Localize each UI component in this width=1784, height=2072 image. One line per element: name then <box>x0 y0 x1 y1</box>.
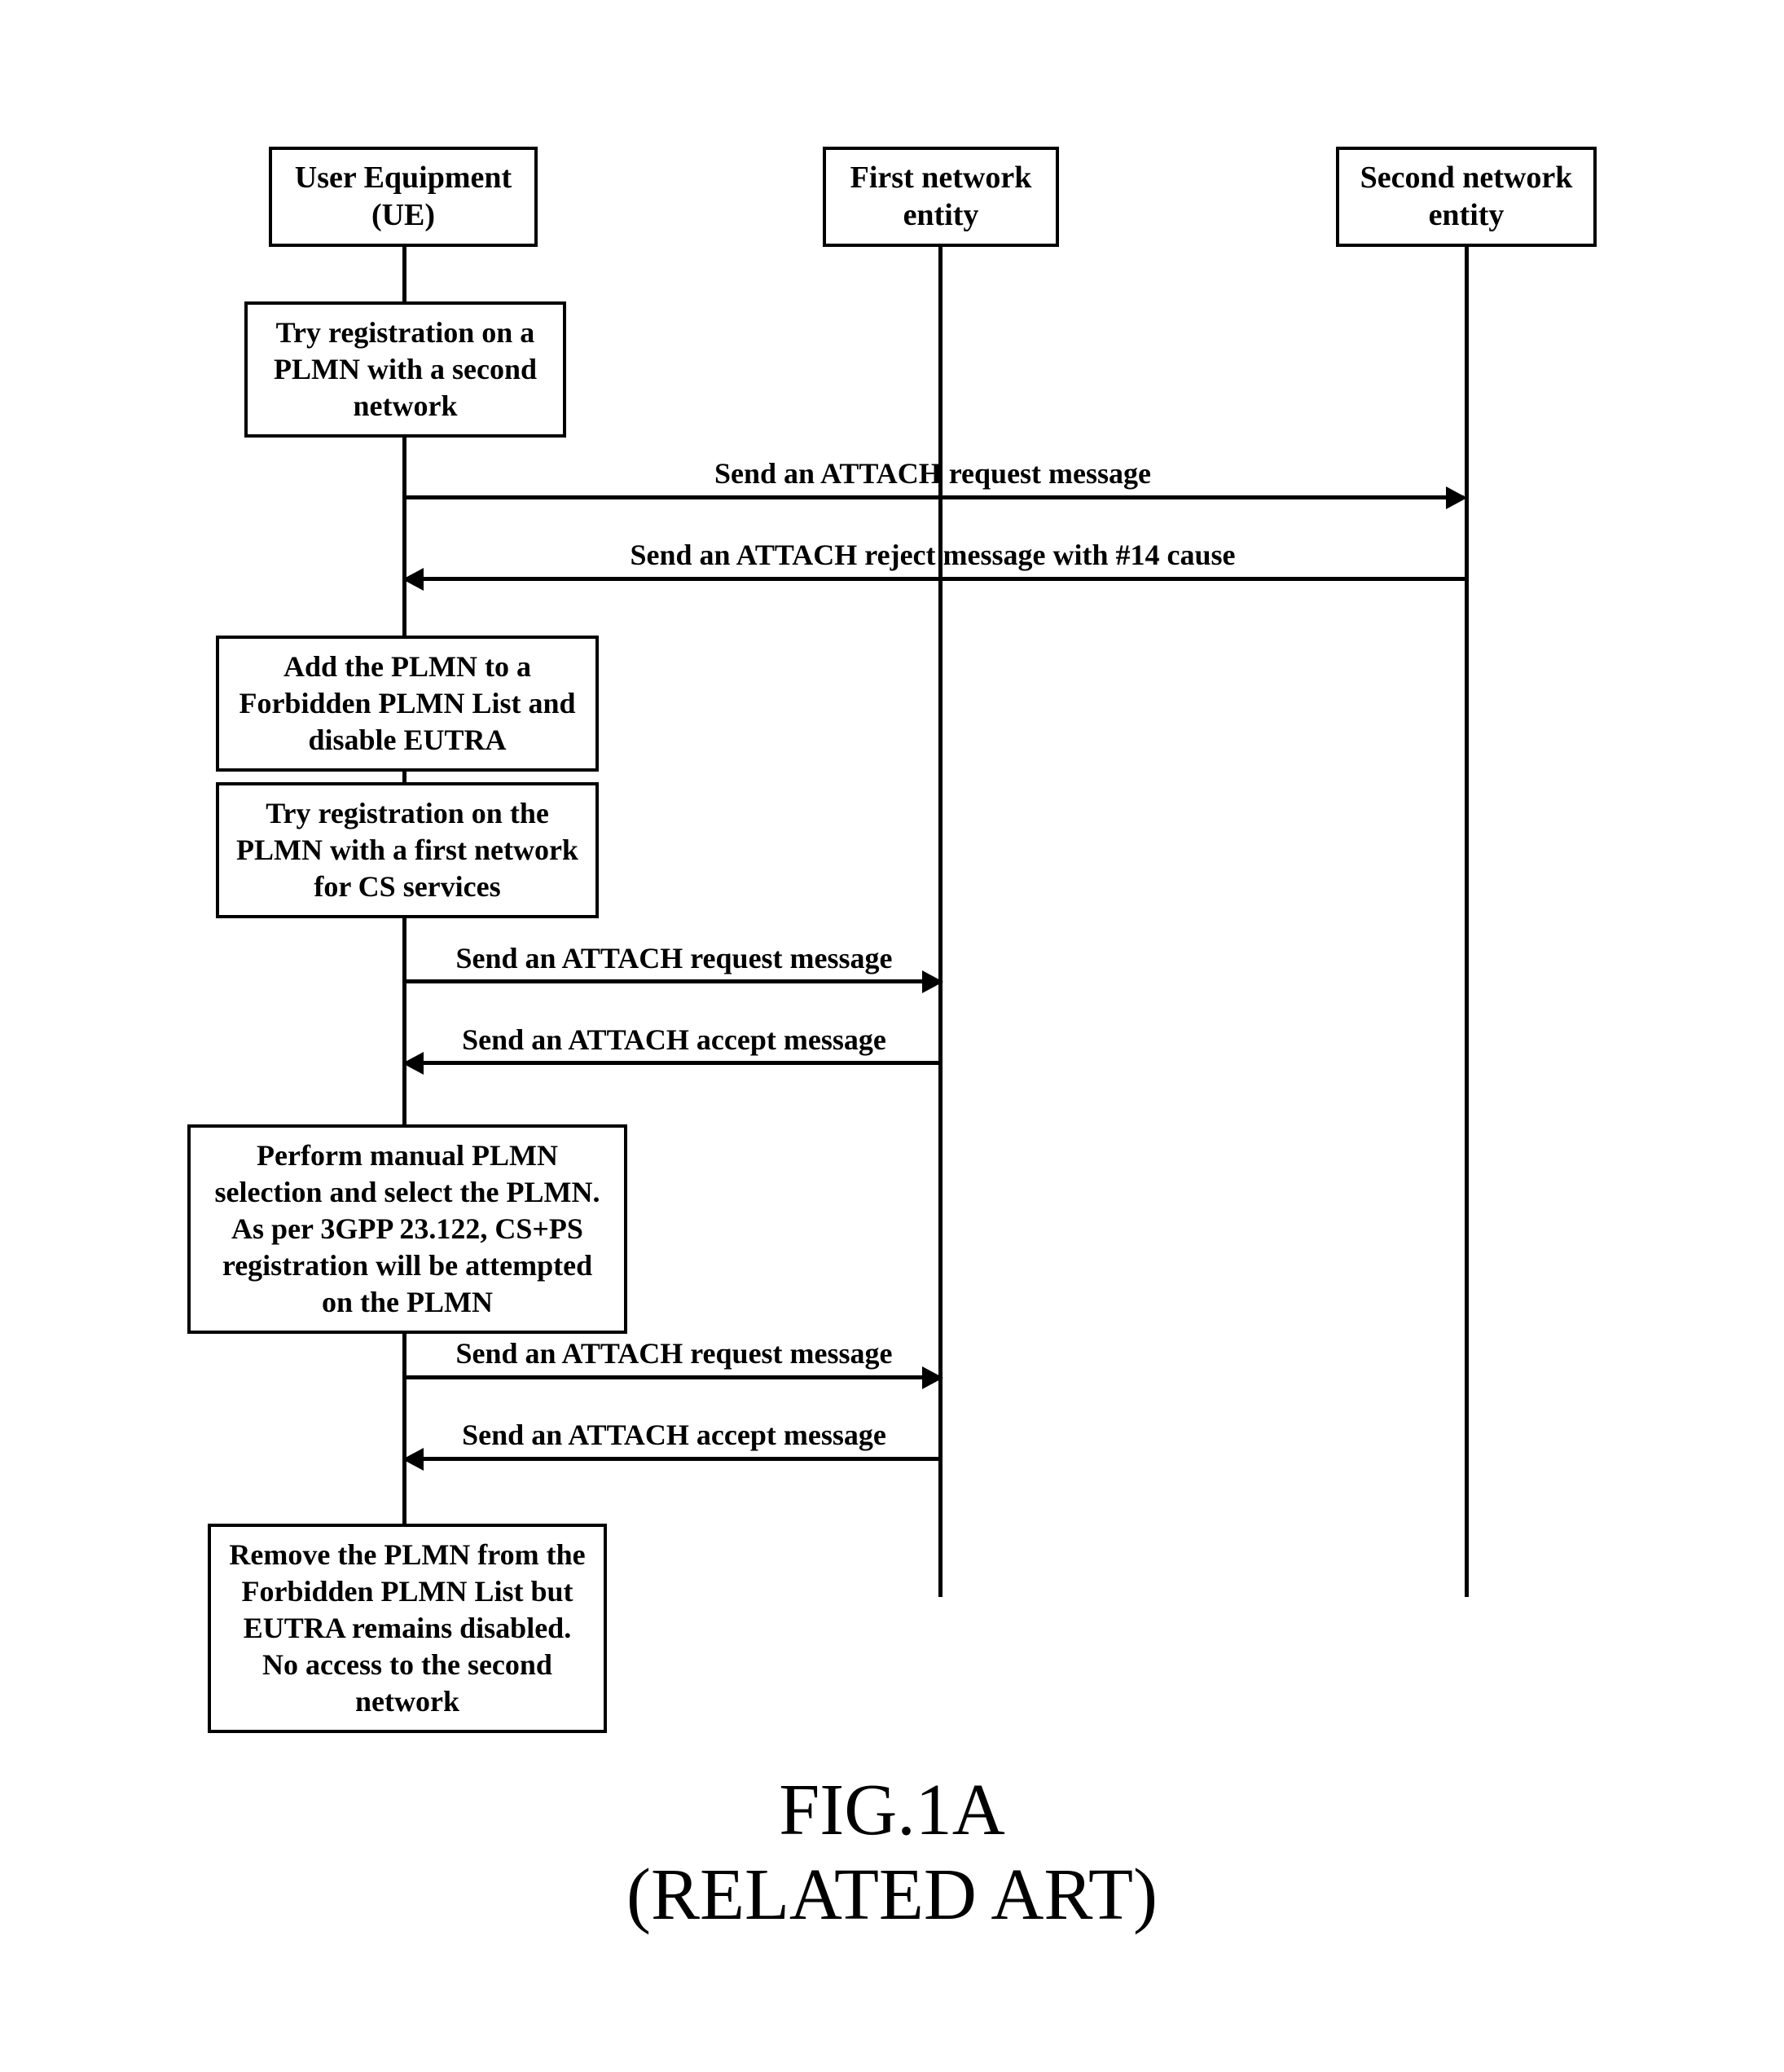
figure-caption: FIG.1A (RELATED ART) <box>0 1768 1784 1937</box>
msg-attach-reject <box>405 577 1467 581</box>
msg-attach-reject-label: Send an ATTACH reject message with #14 c… <box>407 538 1458 572</box>
msg-attach-request-3-arrow <box>922 1366 943 1389</box>
msg-attach-reject-arrow <box>402 568 424 591</box>
lifeline-header-second: Second network entity <box>1336 147 1597 247</box>
step-try-second-network: Try registration on a PLMN with a second… <box>244 301 566 438</box>
msg-attach-request-3 <box>405 1375 940 1379</box>
first-label-2: entity <box>903 198 979 232</box>
step-remove-forbidden: Remove the PLMN from the Forbidden PLMN … <box>208 1524 607 1733</box>
msg-attach-accept-1-arrow <box>402 1052 424 1075</box>
msg-attach-request-2-label: Send an ATTACH request message <box>407 941 941 975</box>
msg-attach-request-1 <box>405 495 1464 499</box>
msg-attach-accept-1 <box>405 1061 940 1065</box>
lifeline-header-ue: User Equipment (UE) <box>269 147 538 247</box>
ue-label-2: (UE) <box>371 198 435 232</box>
msg-attach-accept-2-arrow <box>402 1448 424 1471</box>
msg-attach-accept-2-label: Send an ATTACH accept message <box>407 1418 941 1452</box>
sequence-diagram: User Equipment (UE) First network entity… <box>0 0 1784 2072</box>
ue-label-1: User Equipment <box>295 161 512 195</box>
step-try-first-network: Try registration on the PLMN with a firs… <box>216 782 599 918</box>
second-label-2: entity <box>1429 198 1505 232</box>
second-label-1: Second network <box>1360 161 1573 195</box>
msg-attach-request-2-arrow <box>922 970 943 993</box>
step-manual-plmn: Perform manual PLMN selection and select… <box>187 1124 627 1334</box>
lifeline-first <box>938 244 943 1597</box>
lifeline-ue <box>402 244 406 1597</box>
msg-attach-request-1-arrow <box>1446 486 1467 509</box>
caption-line-1: FIG.1A <box>779 1770 1005 1850</box>
caption-line-2: (RELATED ART) <box>626 1854 1158 1935</box>
msg-attach-request-3-label: Send an ATTACH request message <box>407 1336 941 1370</box>
msg-attach-request-2 <box>405 979 940 983</box>
first-label-1: First network <box>850 161 1032 195</box>
msg-attach-accept-1-label: Send an ATTACH accept message <box>407 1023 941 1057</box>
msg-attach-accept-2 <box>405 1457 940 1461</box>
msg-attach-request-1-label: Send an ATTACH request message <box>407 456 1458 491</box>
lifeline-header-first: First network entity <box>823 147 1059 247</box>
lifeline-second <box>1465 244 1469 1597</box>
step-add-forbidden: Add the PLMN to a Forbidden PLMN List an… <box>216 636 599 772</box>
